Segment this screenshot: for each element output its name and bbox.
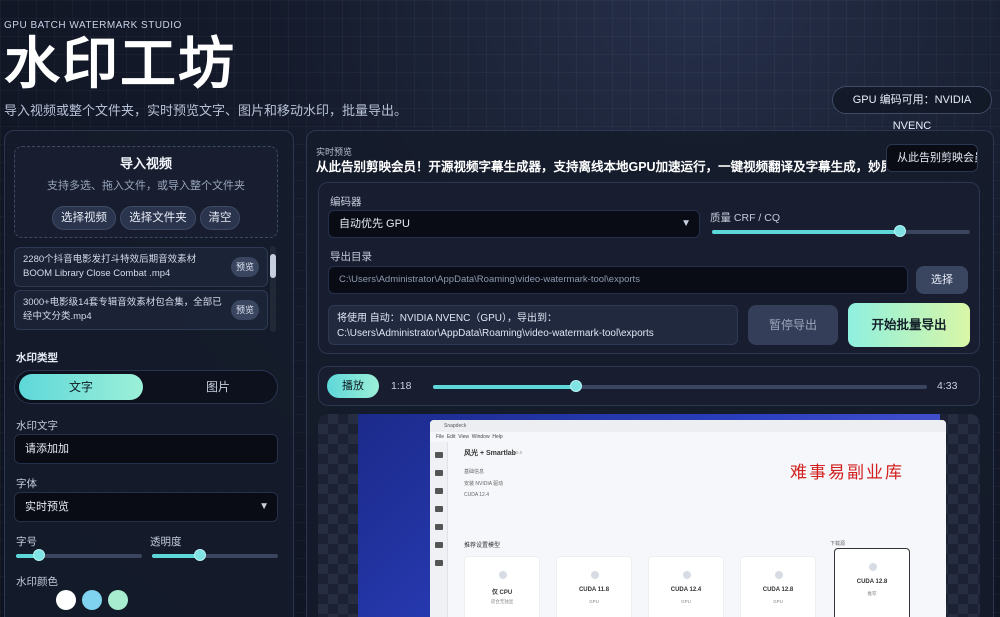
video-option-card-selected: CUDA 12.8 推荐 <box>834 548 910 617</box>
status-line-2: C:\Users\Administrator\AppData\Roaming\v… <box>337 328 654 339</box>
watermark-text-input[interactable]: 请添加加 <box>14 434 278 464</box>
font-label: 字体 <box>16 478 37 490</box>
app-subtitle: 导入视频或整个文件夹，实时预览文字、图片和移动水印，批量导出。 <box>4 103 408 118</box>
clear-button[interactable]: 清空 <box>200 206 240 230</box>
import-hint: 支持多选、拖入文件，或导入整个文件夹 <box>47 180 245 192</box>
timeline-slider[interactable] <box>433 380 927 392</box>
gpu-status-badge: GPU 编码可用：NVIDIA NVENC <box>832 86 992 132</box>
pen-icon <box>435 524 443 530</box>
chevron-down-icon: ▼ <box>681 218 691 229</box>
opacity-slider[interactable] <box>152 549 278 561</box>
start-batch-export-button[interactable]: 开始批量导出 <box>848 303 970 347</box>
encoder-select[interactable]: 自动优先 GPU ▼ <box>328 210 700 238</box>
select-video-button[interactable]: 选择视频 <box>52 206 116 230</box>
quality-label: 质量 CRF / CQ <box>710 212 780 224</box>
preview-source-value: 从此告别剪映会员 <box>897 152 978 164</box>
tools-icon <box>435 506 443 512</box>
color-swatch-mint[interactable] <box>108 590 128 610</box>
video-option-card: CUDA 12.4 GPU <box>648 556 724 617</box>
video-preview-area[interactable]: Snapdeck File Edit View Window Help 风光 +… <box>318 414 980 617</box>
font-size-label: 字号 <box>16 536 37 548</box>
output-dir-label: 导出目录 <box>330 251 372 263</box>
font-select[interactable]: 实时预览 ▼ <box>14 492 278 522</box>
tab-image[interactable]: 图片 <box>161 374 275 400</box>
video-sidebar <box>430 442 448 617</box>
chevron-down-icon: ▼ <box>259 501 269 512</box>
file-list-scrollbar[interactable] <box>270 246 276 332</box>
font-select-value: 实时预览 <box>25 501 69 513</box>
import-title: 导入视频 <box>119 156 172 171</box>
slider-fill <box>433 385 577 389</box>
pause-export-button[interactable]: 暂停导出 <box>748 305 838 345</box>
status-line-1: 将使用 自动：NVIDIA NVENC（GPU），导出到： <box>337 313 558 324</box>
export-status-box: 将使用 自动：NVIDIA NVENC（GPU），导出到： C:\Users\A… <box>328 305 738 345</box>
slider-fill <box>712 230 901 234</box>
file-preview-button[interactable]: 预览 <box>231 300 259 320</box>
preview-source-title: 从此告别剪映会员！开源视频字幕生成器，支持离线本地GPU加速运行，一键视频翻译及… <box>316 160 886 174</box>
watermark-type-label: 水印类型 <box>16 352 58 364</box>
output-dir-input[interactable]: C:\Users\Administrator\AppData\Roaming\v… <box>328 266 908 294</box>
chart-icon <box>435 470 443 476</box>
slider-fill <box>152 554 200 558</box>
app-title: 水印工坊 <box>4 32 236 95</box>
opacity-label: 透明度 <box>150 536 182 548</box>
file-list-item[interactable]: 3000+电影级14套专辑音效素材包合集，全部已经中文分类.mp4 预览 <box>14 290 268 330</box>
file-preview-button[interactable]: 预览 <box>231 257 259 277</box>
video-info-line: 安装 NVIDIA 驱动 <box>464 481 504 487</box>
font-size-slider[interactable] <box>16 549 142 561</box>
file-list-item[interactable]: 2280个抖音电影发打斗特效后期音效素材 BOOM Library Close … <box>14 247 268 287</box>
video-option-card: CUDA 12.8 GPU <box>740 556 816 617</box>
video-app-heading: 风光 + Smartlab <box>464 450 516 457</box>
video-option-card: 仅 CPU 适合无独显 <box>464 556 540 617</box>
grid-icon <box>435 542 443 548</box>
preview-source-select[interactable]: 从此告别剪映会员 <box>886 144 978 172</box>
quality-slider[interactable] <box>712 225 970 237</box>
video-option-card: CUDA 11.8 GPU <box>556 556 632 617</box>
play-button[interactable]: 播放 <box>327 374 379 398</box>
encoder-label: 编码器 <box>330 196 362 208</box>
box-icon <box>435 488 443 494</box>
video-dropdown-label: 下载源 <box>830 541 846 547</box>
video-frame: Snapdeck File Edit View Window Help 风光 +… <box>358 414 946 617</box>
slider-knob[interactable] <box>193 549 206 561</box>
watermark-color-label: 水印颜色 <box>16 576 58 588</box>
slider-knob[interactable] <box>570 380 583 392</box>
video-window-title: Snapdeck <box>430 420 946 432</box>
player-bar: 播放 1:18 4:33 <box>318 366 980 406</box>
file-name: 3000+电影级14套专辑音效素材包合集，全部已经中文分类.mp4 <box>23 297 222 322</box>
home-icon <box>435 452 443 458</box>
color-swatch-blue[interactable] <box>82 590 102 610</box>
duration-time: 4:33 <box>937 380 958 392</box>
encoder-select-value: 自动优先 GPU <box>339 218 410 230</box>
watermark-text-label: 水印文字 <box>16 420 58 432</box>
tab-text[interactable]: 文字 <box>19 374 143 400</box>
scrollbar-thumb[interactable] <box>270 254 276 278</box>
watermark-overlay-text: 难事易副业库 <box>790 463 904 483</box>
video-menubar: File Edit View Window Help <box>436 434 503 440</box>
watermark-type-toggle: 文字 图片 <box>14 370 278 404</box>
current-time: 1:18 <box>391 380 412 392</box>
select-folder-button[interactable]: 选择文件夹 <box>120 206 196 230</box>
video-info-line: CUDA 12.4 <box>464 492 490 498</box>
choose-dir-button[interactable]: 选择 <box>916 266 968 294</box>
color-swatch-white[interactable] <box>56 590 76 610</box>
slider-knob[interactable] <box>32 549 45 561</box>
video-app-window: Snapdeck File Edit View Window Help 风光 +… <box>430 420 946 617</box>
video-app-version: v3.5.0 <box>510 450 523 455</box>
video-info-line: 基础信息 <box>464 469 485 475</box>
video-section-title: 推荐设置模型 <box>464 543 501 549</box>
gear-icon <box>435 560 443 566</box>
file-name: 2280个抖音电影发打斗特效后期音效素材 BOOM Library Close … <box>23 254 197 279</box>
